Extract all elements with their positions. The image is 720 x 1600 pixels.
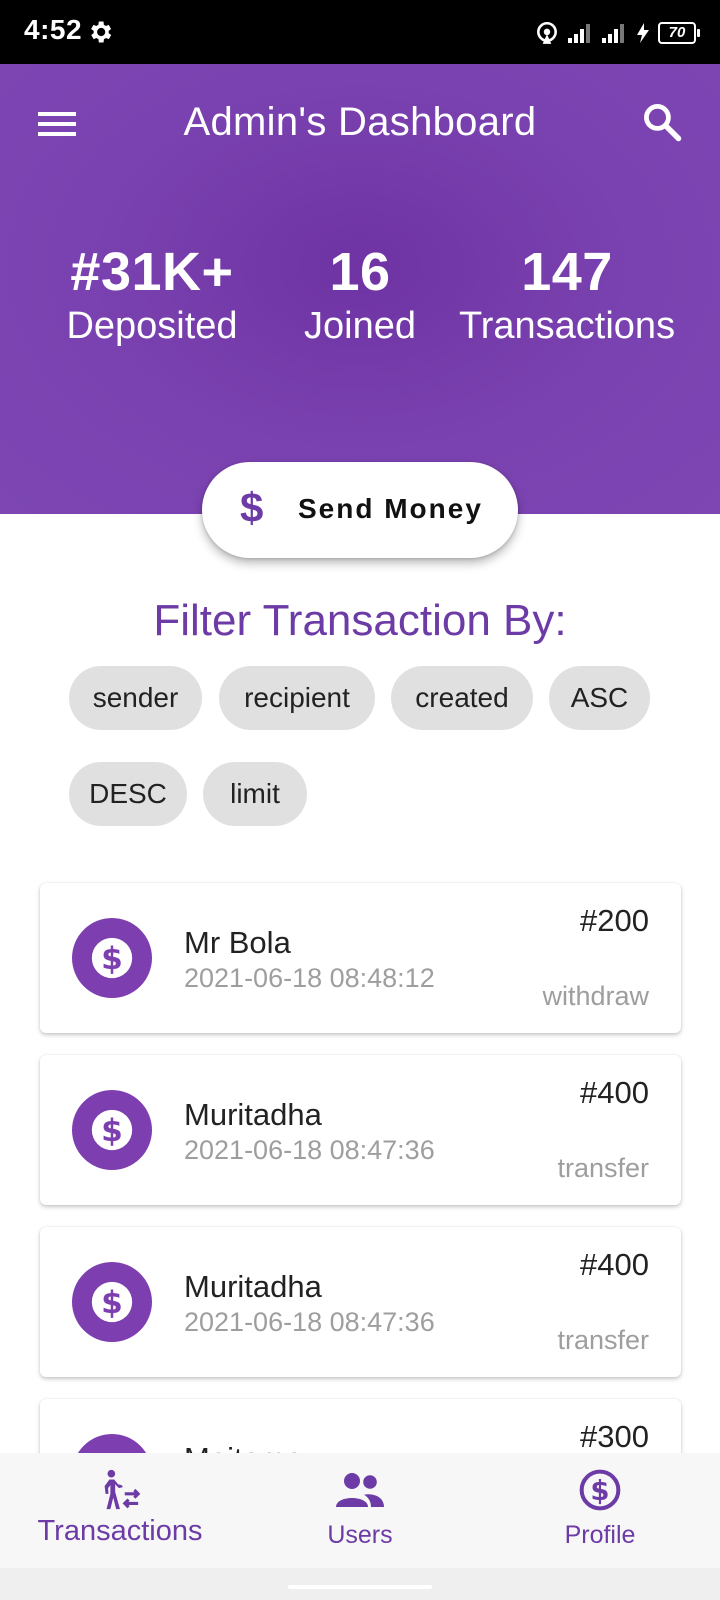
filter-chip-desc[interactable]: DESC (69, 762, 187, 826)
dollar-circle-icon: $ (579, 1469, 621, 1511)
status-bar: 4:52 70 (0, 0, 720, 64)
filter-chip-created[interactable]: created (391, 666, 533, 730)
dollar-circle-icon: $ (72, 1090, 152, 1170)
transaction-card[interactable]: $ Mr Bola 2021-06-18 08:48:12 #200 withd… (40, 883, 681, 1033)
bottom-navigation: Transactions Users $ Profile (0, 1453, 720, 1568)
transaction-amount: #300 (580, 1419, 649, 1454)
battery-indicator: 70 (658, 22, 700, 44)
transaction-type: withdraw (542, 981, 649, 1011)
stat-label: Joined (304, 305, 416, 347)
settings-gear-icon (91, 21, 112, 43)
transaction-date: 2021-06-18 08:47:36 (184, 1307, 435, 1337)
stat-label: Deposited (66, 305, 238, 347)
svg-text:$: $ (590, 1475, 609, 1507)
charging-icon (637, 23, 649, 43)
transaction-type: transfer (557, 1153, 649, 1183)
filter-title: Filter Transaction By: (153, 596, 567, 645)
signal-icon-2 (602, 24, 624, 43)
dollar-circle-icon: $ (72, 918, 152, 998)
send-money-label: Send Money (298, 493, 483, 524)
transaction-card[interactable]: $ Muritadha 2021-06-18 08:47:36 #400 tra… (40, 1055, 681, 1205)
stat-value: #31K+ (70, 242, 234, 302)
nav-label: Profile (564, 1521, 636, 1549)
stat-transactions: 147 Transactions (456, 242, 678, 350)
status-time: 4:52 (24, 14, 83, 45)
svg-text:$: $ (101, 1285, 123, 1321)
transaction-date: 2021-06-18 08:47:36 (184, 1135, 435, 1165)
filter-chip-sender[interactable]: sender (69, 666, 202, 730)
nav-label: Users (327, 1521, 393, 1549)
filter-chip-limit[interactable]: limit (203, 762, 307, 826)
nav-item-transactions[interactable]: Transactions (0, 1453, 240, 1568)
dashboard-header: Admin's Dashboard #31K+ Deposited 16 Joi… (0, 64, 720, 514)
page-title: Admin's Dashboard (183, 100, 537, 144)
transaction-type: transfer (557, 1325, 649, 1355)
stat-deposited: #31K+ Deposited (52, 242, 252, 350)
svg-text:$: $ (101, 1113, 123, 1149)
nav-item-profile[interactable]: $ Profile (480, 1453, 720, 1568)
stat-value: 147 (521, 242, 613, 302)
svg-text:$: $ (101, 941, 123, 977)
transaction-amount: #400 (580, 1075, 649, 1110)
transaction-name: Muritadha (184, 1097, 322, 1132)
filter-chip-recipient[interactable]: recipient (219, 666, 375, 730)
filter-chip-asc[interactable]: ASC (549, 666, 650, 730)
transaction-date: 2021-06-18 08:48:12 (184, 963, 435, 993)
system-nav-bar (0, 1568, 720, 1600)
transaction-card[interactable]: $ Muritadha 2021-06-18 08:47:36 #400 tra… (40, 1227, 681, 1377)
stat-value: 16 (329, 242, 391, 302)
stat-label: Transactions (458, 305, 676, 347)
status-icons: 70 (534, 18, 700, 48)
signal-icon (568, 24, 590, 43)
transaction-amount: #200 (580, 903, 649, 938)
dollar-circle-icon: $ (72, 1262, 152, 1342)
hotspot-icon (537, 21, 557, 44)
home-indicator[interactable] (288, 1585, 432, 1589)
stat-joined: 16 Joined (280, 242, 440, 350)
dollar-icon: $ (240, 484, 264, 531)
users-icon (336, 1473, 384, 1507)
transaction-name: Muritadha (184, 1269, 322, 1304)
nav-label: Transactions (37, 1515, 203, 1547)
transaction-amount: #400 (580, 1247, 649, 1282)
send-money-button[interactable]: $ Send Money (202, 462, 518, 558)
transaction-name: Mr Bola (184, 925, 291, 960)
nav-item-users[interactable]: Users (240, 1453, 480, 1568)
transactions-icon (104, 1469, 141, 1510)
search-icon[interactable] (640, 100, 684, 144)
